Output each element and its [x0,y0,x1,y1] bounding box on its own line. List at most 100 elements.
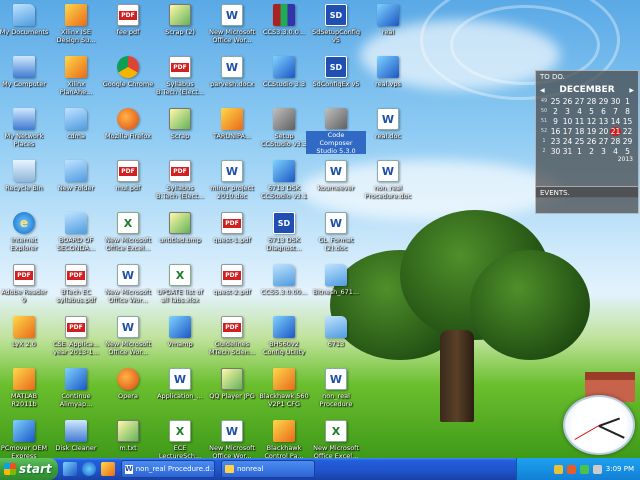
desktop-icon[interactable]: Opera [98,366,158,414]
desktop-icon[interactable]: 6713 DSK CCStudio v3.1 [254,158,314,206]
desktop-icon[interactable]: W New Microsoft Office Wor... [202,2,262,50]
desktop-icon[interactable]: Blackhawk Control Pa... [254,418,314,458]
calendar-day[interactable]: 26 [586,137,597,146]
prev-month-button[interactable]: ◀ [540,87,545,94]
desktop-icon[interactable]: CCS5.3.0.00... [254,262,314,310]
desktop-icon[interactable]: Scrap (2) [150,2,210,50]
calendar-day[interactable]: 16 [550,127,561,136]
desktop-icon[interactable]: Google Chrome [98,54,158,102]
desktop-icon[interactable]: W New Microsoft Office Wor... [98,262,158,310]
desktop-icon[interactable]: quest-2.pdf [202,262,262,310]
desktop-icon[interactable]: mul.pdf [98,158,158,206]
desktop-icon[interactable]: real [358,2,418,50]
calendar-day[interactable]: 18 [574,127,585,136]
desktop-icon[interactable]: Continue Alimyap... [46,366,106,414]
calendar-day[interactable]: 2 [550,107,561,116]
tray-clock[interactable]: 3:09 PM [606,465,634,473]
desktop-icon[interactable]: Wminor project 2010.doc [202,158,262,206]
desktop-icon[interactable]: X New Microsoft Office Excel... [98,210,158,258]
desktop-icon[interactable]: Disk Cleaner [46,418,106,458]
quicklaunch-desktop-icon[interactable] [63,462,77,476]
calendar-day[interactable]: 30 [610,97,621,106]
next-month-button[interactable]: ▶ [629,87,634,94]
calendar-day[interactable]: 27 [598,137,609,146]
calendar-day[interactable]: 28 [610,137,621,146]
calendar-day[interactable]: 10 [562,117,573,126]
todo-calendar-gadget[interactable]: TO DO. ◀ DECEMBER ▶ 49 25 26 27 28 29 30 1 50 2 3 4… [535,70,639,198]
calendar-day[interactable]: 19 [586,127,597,136]
calendar-day[interactable]: 28 [586,97,597,106]
clock-gadget[interactable] [563,395,635,455]
calendar-day[interactable]: 9 [550,117,561,126]
tray-volume-icon[interactable] [592,464,602,474]
desktop-icon[interactable]: SyllabusB.Tech (Elect... [150,54,210,102]
calendar-day[interactable]: 26 [562,97,573,106]
calendar-day[interactable]: 21 [610,127,621,136]
calendar-day[interactable]: 4 [574,107,585,116]
desktop-icon[interactable]: Setup CCStudio v3.3 [254,106,314,154]
quicklaunch-media-icon[interactable] [101,462,115,476]
desktop-icon[interactable]: X New Microsoft Office Excel... [306,418,366,458]
calendar-day[interactable]: 22 [622,127,633,136]
desktop-icon[interactable]: GuidelinesMTech Scien... [202,314,262,362]
desktop-icon[interactable]: Wparvesh.docx [202,54,262,102]
calendar-day[interactable]: 29 [622,137,633,146]
calendar-day[interactable]: 12 [586,117,597,126]
calendar-day[interactable]: 5 [622,147,633,156]
desktop-icon[interactable]: Bitnesh_671... [306,262,366,310]
calendar-day[interactable]: 4 [610,147,621,156]
calendar-day[interactable]: 25 [550,97,561,106]
desktop-icon[interactable]: W Application_... [150,366,210,414]
desktop-icon[interactable]: real.vps [358,54,418,102]
desktop-icon[interactable]: Scrap [150,106,210,154]
desktop-icon[interactable]: CCS3.3.0.0... [254,2,314,50]
desktop-icon[interactable]: X ECE LectureSch... [150,418,210,458]
desktop-icon[interactable]: Wreal.doc [358,106,418,154]
desktop-icon[interactable]: SD 6713 DSK Diagnost... [254,210,314,258]
calendar-day[interactable]: 15 [622,117,633,126]
calendar-day[interactable]: 1 [574,147,585,156]
desktop-icon[interactable]: m.txt [98,418,158,458]
desktop-icon[interactable]: Wnon_real Procedure [306,366,366,414]
calendar-day[interactable]: 17 [562,127,573,136]
calendar-day[interactable]: 11 [574,117,585,126]
desktop-icon[interactable]: New Folder [46,158,106,206]
desktop-icon[interactable]: Xilinx PlanAhe... [46,54,106,102]
events-gadget[interactable]: EVENTS. [535,186,639,214]
desktop-icon[interactable]: W New Microsoft Office Wor... [202,418,262,458]
calendar-day[interactable]: 23 [550,137,561,146]
desktop-icon[interactable]: Code Composer Studio 5.3.0 [306,106,366,154]
desktop-icon[interactable]: fee pdf [98,2,158,50]
calendar-day[interactable]: 24 [562,137,573,146]
tray-network-icon[interactable] [579,464,589,474]
calendar-day[interactable]: 1 [622,97,633,106]
desktop[interactable]: My DocumentsXilinx ISEDesign Su...fee pd… [0,0,640,458]
desktop-icon[interactable]: SD SdSetupConfig v5 [306,2,366,50]
desktop-icon[interactable]: SyllabusB.Tech (Elect... [150,158,210,206]
desktop-icon[interactable]: Vmamp [150,314,210,362]
desktop-icon[interactable]: untitled.bmp [150,210,210,258]
desktop-icon[interactable]: Blackhawk 560 V2P1 CFG [254,366,314,414]
calendar-day[interactable]: 3 [562,107,573,116]
desktop-icon[interactable]: quest-1.pdf [202,210,262,258]
desktop-icon[interactable]: SD SdConfigEx v5 [306,54,366,102]
tray-app-icon[interactable] [566,464,576,474]
desktop-icon[interactable]: Wnon_real Procedure.doc [358,158,418,206]
tray-language-icon[interactable] [553,464,563,474]
calendar-day[interactable]: 2 [586,147,597,156]
calendar-day[interactable]: 30 [550,147,561,156]
calendar-day[interactable]: 6 [598,107,609,116]
quicklaunch-ie-icon[interactable] [82,462,96,476]
desktop-icon[interactable]: cdma [46,106,106,154]
desktop-icon[interactable]: BH560v2 Config Utility [254,314,314,362]
desktop-icon[interactable]: TARUNIPA... [202,106,262,154]
desktop-icon[interactable]: QQ Player JPG [202,366,262,414]
calendar-day[interactable]: 14 [610,117,621,126]
calendar-day[interactable]: 7 [610,107,621,116]
calendar-day[interactable]: 27 [574,97,585,106]
desktop-icon[interactable]: X UPDATE list of all labs.xlsx [150,262,210,310]
desktop-icon[interactable]: CSE_Applica...year 2013-1... [46,314,106,362]
calendar-day[interactable]: 3 [598,147,609,156]
desktop-icon[interactable]: Wkourneever [306,158,366,206]
calendar-day[interactable]: 25 [574,137,585,146]
